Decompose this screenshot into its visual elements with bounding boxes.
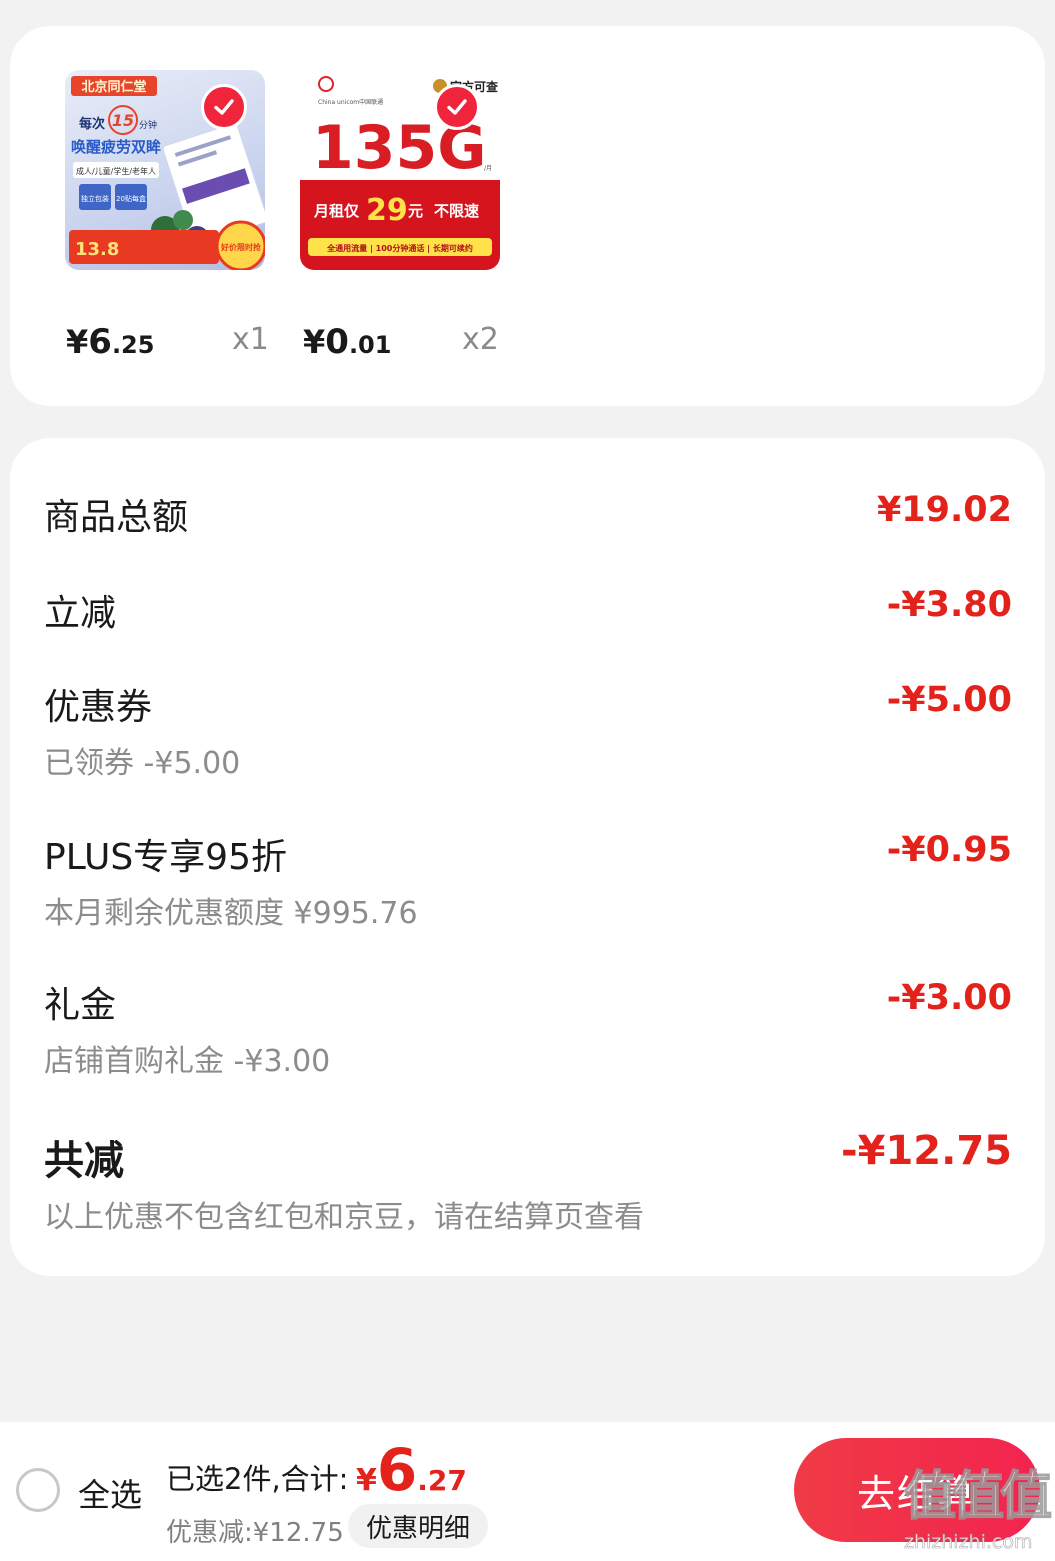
gift-money-sub-text: 店铺首购礼金 -¥3.00 xyxy=(44,1044,331,1079)
rent-number-text: 29 xyxy=(366,193,408,228)
product-thumbnail-sim-card[interactable]: China unicom中国联通 官方可查 135G /月 月租仅 29 元 不… xyxy=(300,70,500,270)
price-integer: 0 xyxy=(325,322,349,362)
gift-money-label: 礼金 xyxy=(44,985,117,1026)
gift-money-value: -¥3.00 xyxy=(886,978,1012,1018)
instant-discount-value: -¥3.80 xyxy=(886,585,1012,625)
pack-text: 独立包装 xyxy=(81,194,109,203)
coupon-label: 优惠券 xyxy=(44,687,153,728)
carrier-text: China unicom中国联通 xyxy=(318,98,383,106)
total-discount-value: -¥12.75 xyxy=(841,1128,1012,1174)
selected-check-icon[interactable] xyxy=(434,84,480,130)
total-amount: ¥6.27 xyxy=(356,1436,467,1504)
plus-discount-value: -¥0.95 xyxy=(886,830,1012,870)
total-decimal: .27 xyxy=(417,1464,467,1497)
minutes-badge: 15 xyxy=(112,111,134,130)
price-symbol: ¥ xyxy=(303,323,326,361)
instant-discount-label: 立减 xyxy=(44,593,117,634)
price-symbol: ¥ xyxy=(66,323,89,361)
checkout-bar: 全选 已选2件,合计: ¥6.27 优惠减:¥12.75 优惠明细 去结算 xyxy=(0,1422,1055,1561)
plus-remaining-text: 本月剩余优惠额度 ¥995.76 xyxy=(44,896,418,931)
discount-detail-button[interactable]: 优惠明细 xyxy=(348,1504,488,1548)
select-all-label[interactable]: 全选 xyxy=(78,1470,142,1516)
product-thumbnail-eye-patch[interactable]: 北京同仁堂 每次 15 分钟 唤醒疲劳双眸 成人/儿童/学生/老年人 独立包装 … xyxy=(65,70,265,270)
rent-unit-text: 元 xyxy=(408,202,423,220)
coupon-sub-text: 已领券 -¥5.00 xyxy=(44,746,241,781)
total-integer: 6 xyxy=(376,1436,418,1504)
promo-label-text: 好价限时抢 xyxy=(220,242,262,252)
selected-check-icon[interactable] xyxy=(201,84,247,130)
headline-text: 唤醒疲劳双眸 xyxy=(71,138,161,156)
selected-count-text: 已选2件,合计: xyxy=(166,1462,349,1496)
product-price-1: ¥6.25 xyxy=(66,322,154,362)
total-discount-label: 共减 xyxy=(44,1138,124,1184)
sim-footer-text: 全通用流量 | 100分钟通话 | 长期可续约 xyxy=(326,243,473,253)
price-decimal: .25 xyxy=(111,331,155,359)
total-symbol: ¥ xyxy=(356,1463,377,1498)
discount-note: 以上优惠不包含红包和京豆，请在结算页查看 xyxy=(44,1200,644,1235)
selected-products-card: 北京同仁堂 每次 15 分钟 唤醒疲劳双眸 成人/儿童/学生/老年人 独立包装 … xyxy=(10,26,1045,406)
goods-total-value: ¥19.02 xyxy=(876,490,1012,530)
brand-text: 北京同仁堂 xyxy=(81,79,146,95)
promo-price-text: 13.8 xyxy=(75,239,119,260)
every-text: 每次 xyxy=(79,116,105,132)
price-decimal: .01 xyxy=(348,331,392,359)
goods-total-label: 商品总额 xyxy=(44,497,189,538)
checkout-button[interactable]: 去结算 xyxy=(794,1438,1040,1542)
coupon-value: -¥5.00 xyxy=(886,680,1012,720)
rent-prefix-text: 月租仅 xyxy=(313,202,360,220)
per-month-text: /月 xyxy=(484,165,492,172)
plus-discount-label: PLUS专享95折 xyxy=(44,837,287,878)
price-integer: 6 xyxy=(88,322,112,362)
select-all-checkbox[interactable] xyxy=(16,1468,60,1512)
discount-amount-text: 优惠减:¥12.75 xyxy=(166,1518,344,1548)
count-text: 20贴每盒 xyxy=(116,194,146,203)
no-limit-text: 不限速 xyxy=(434,202,479,220)
product-price-2: ¥0.01 xyxy=(303,322,391,362)
product-quantity-1: x1 xyxy=(232,322,269,357)
audience-text: 成人/儿童/学生/老年人 xyxy=(76,166,156,176)
discount-summary-card: 商品总额 ¥19.02 立减 -¥3.80 优惠券 -¥5.00 已领券 -¥5… xyxy=(10,438,1045,1276)
unit-text: 分钟 xyxy=(139,119,157,131)
product-quantity-2: x2 xyxy=(462,322,499,357)
